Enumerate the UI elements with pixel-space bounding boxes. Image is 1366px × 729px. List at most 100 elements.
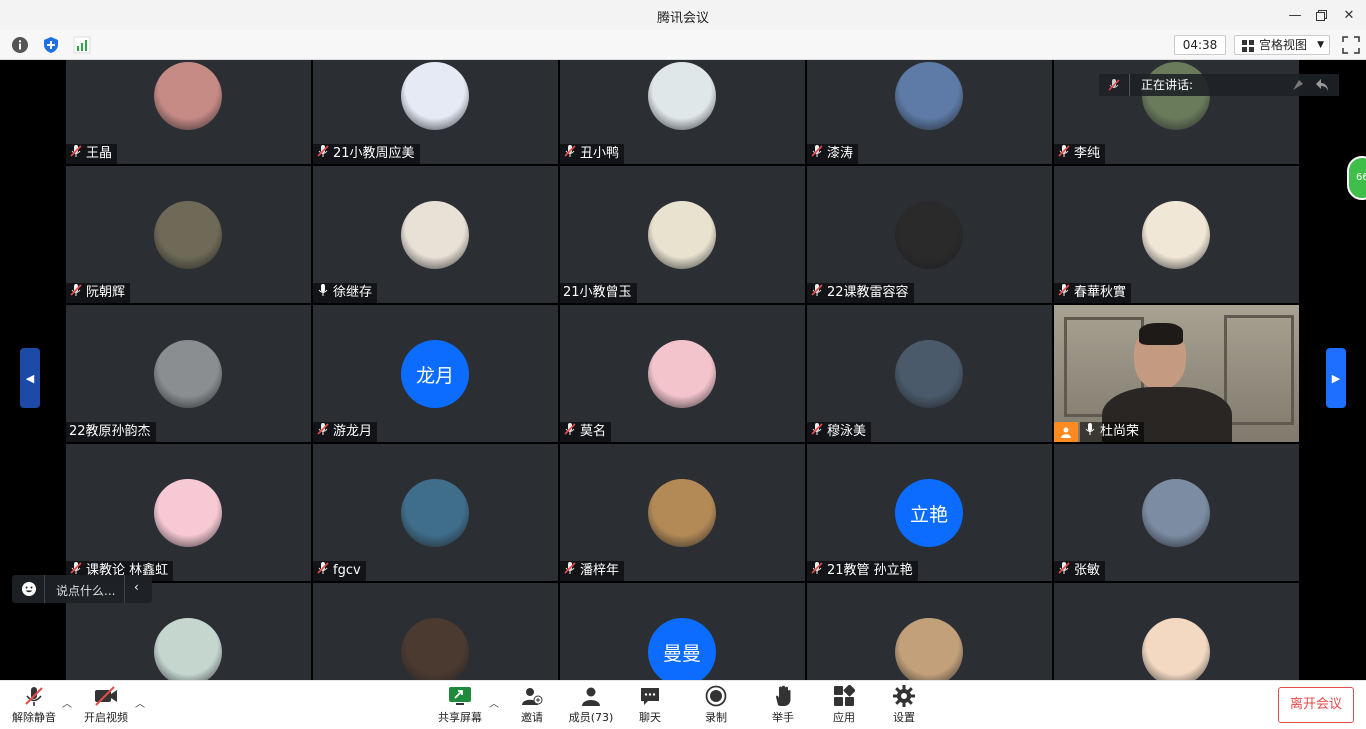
avatar	[154, 618, 222, 680]
invite-button[interactable]: 邀请	[502, 685, 562, 725]
participant-tile[interactable]	[313, 583, 558, 680]
host-badge-icon	[1054, 422, 1078, 442]
apps-icon	[834, 685, 855, 706]
avatar	[1142, 62, 1210, 130]
next-page-button[interactable]: ▶	[1326, 348, 1346, 408]
avatar	[648, 62, 716, 130]
participant-name-tag: 阮朝辉	[66, 283, 131, 304]
participant-name: 22教原孙韵杰	[69, 424, 151, 439]
fullscreen-icon[interactable]	[1342, 36, 1360, 54]
participant-name: 春華秋實	[1074, 285, 1127, 300]
avatar	[401, 201, 469, 269]
mic-muted-icon	[810, 422, 824, 443]
mic-options-caret[interactable]: ︿	[62, 695, 72, 710]
apps-button[interactable]: 应用	[814, 685, 874, 725]
members-label: 成员(73)	[568, 711, 614, 724]
chevron-down-icon: ▼	[1317, 40, 1324, 50]
security-shield-icon[interactable]	[42, 36, 60, 54]
hand-icon	[776, 685, 791, 706]
participant-tile[interactable]: 21小教曾玉	[560, 166, 805, 303]
avatar	[401, 618, 469, 680]
participant-name-tag: 李纯	[1054, 144, 1106, 164]
view-label: 宫格视图	[1259, 38, 1308, 52]
mic-muted-icon	[563, 144, 577, 165]
participant-tile[interactable]	[1054, 583, 1299, 680]
title-bar: 腾讯会议 — ✕	[0, 0, 1366, 30]
participant-name-tag: 22教原孙韵杰	[66, 422, 156, 442]
mic-muted-icon	[69, 144, 83, 165]
participant-tile[interactable]: 漆涛	[807, 60, 1052, 164]
avatar: 曼曼	[648, 618, 716, 680]
grid-icon	[1242, 40, 1254, 52]
start-video-button[interactable]: 开启视频	[76, 685, 136, 725]
avatar	[648, 340, 716, 408]
leave-meeting-button[interactable]: 离开会议	[1278, 687, 1354, 723]
participant-tile[interactable]: 潘梓年	[560, 444, 805, 581]
prev-page-button[interactable]: ◀	[20, 348, 40, 408]
network-badge[interactable]: 66	[1347, 156, 1366, 200]
participant-tile[interactable]: 21小教周应美	[313, 60, 558, 164]
participant-name: 穆泳美	[827, 424, 867, 439]
close-button[interactable]: ✕	[1334, 0, 1364, 30]
participant-tile[interactable]: 立艳 21教管 孙立艳	[807, 444, 1052, 581]
participant-name: 潘梓年	[580, 563, 620, 578]
participant-tile[interactable]: 曼曼	[560, 583, 805, 680]
participant-tile[interactable]: 龙月 游龙月	[313, 305, 558, 442]
avatar	[401, 62, 469, 130]
avatar	[154, 340, 222, 408]
camera-off-icon	[95, 686, 117, 706]
participant-name-tag: 21教管 孙立艳	[807, 561, 918, 581]
avatar	[895, 62, 963, 130]
participant-tile[interactable]: 22教原孙韵杰	[66, 305, 311, 442]
share-screen-button[interactable]: 共享屏幕	[430, 685, 490, 725]
video-options-caret[interactable]: ︿	[135, 695, 145, 710]
participant-tile[interactable]: fgcv	[313, 444, 558, 581]
participant-name-tag: 21小教曾玉	[560, 283, 637, 303]
participant-tile[interactable]: 春華秋實	[1054, 166, 1299, 303]
pin-icon[interactable]	[1289, 76, 1307, 94]
collapse-icon[interactable]: ‹	[134, 580, 139, 594]
participant-tile[interactable]: 杜尚荣	[1054, 305, 1299, 442]
participant-tile[interactable]: 王晶	[66, 60, 311, 164]
participant-tile[interactable]: 莫名	[560, 305, 805, 442]
participant-tile[interactable]: 22课教雷容容	[807, 166, 1052, 303]
chat-button[interactable]: 聊天	[620, 685, 680, 725]
speaking-label: 正在讲话:	[1141, 78, 1194, 92]
participant-tile[interactable]: 阮朝辉	[66, 166, 311, 303]
participant-tile[interactable]: 徐继存	[313, 166, 558, 303]
participant-tile[interactable]: 课教论 林鑫虹	[66, 444, 311, 581]
bottom-control-bar: 解除静音 ︿ 开启视频 ︿ 共享屏幕 ︿ 邀请 成员(73) 聊天 录制 举手 …	[0, 680, 1366, 729]
mic-icon	[316, 283, 330, 304]
share-options-caret[interactable]: ︿	[489, 695, 499, 710]
info-icon[interactable]	[11, 36, 29, 54]
chat-input[interactable]: 说点什么...	[56, 582, 115, 599]
avatar: 立艳	[895, 479, 963, 547]
participant-tile[interactable]	[807, 583, 1052, 680]
chat-popup[interactable]: 说点什么... ‹	[12, 575, 152, 603]
grid-view-button[interactable]: 宫格视图 ▼	[1234, 35, 1330, 55]
emoji-icon[interactable]	[21, 581, 37, 597]
apps-label: 应用	[833, 711, 855, 724]
back-arrow-icon[interactable]	[1313, 76, 1331, 94]
settings-button[interactable]: 设置	[874, 685, 934, 725]
mic-muted-icon	[810, 283, 824, 304]
unmute-button[interactable]: 解除静音	[4, 685, 64, 725]
participant-name: 杜尚荣	[1100, 424, 1140, 439]
mic-muted-icon	[316, 144, 330, 165]
raise-hand-label: 举手	[772, 711, 794, 724]
members-button[interactable]: 成员(73)	[561, 685, 621, 725]
participant-name-tag: 21小教周应美	[313, 144, 420, 164]
unmute-label: 解除静音	[12, 711, 56, 724]
record-button[interactable]: 录制	[686, 685, 746, 725]
restore-button[interactable]	[1306, 0, 1336, 30]
signal-icon[interactable]	[73, 36, 91, 54]
raise-hand-button[interactable]: 举手	[753, 685, 813, 725]
avatar	[1142, 201, 1210, 269]
participant-tile[interactable]: 穆泳美	[807, 305, 1052, 442]
participant-name: 徐继存	[333, 285, 373, 300]
participant-tile[interactable]: 张敏	[1054, 444, 1299, 581]
participant-name: 漆涛	[827, 146, 854, 161]
participant-tile[interactable]: 丑小鸭	[560, 60, 805, 164]
mic-muted-icon	[69, 283, 83, 304]
mic-muted-icon	[563, 422, 577, 443]
